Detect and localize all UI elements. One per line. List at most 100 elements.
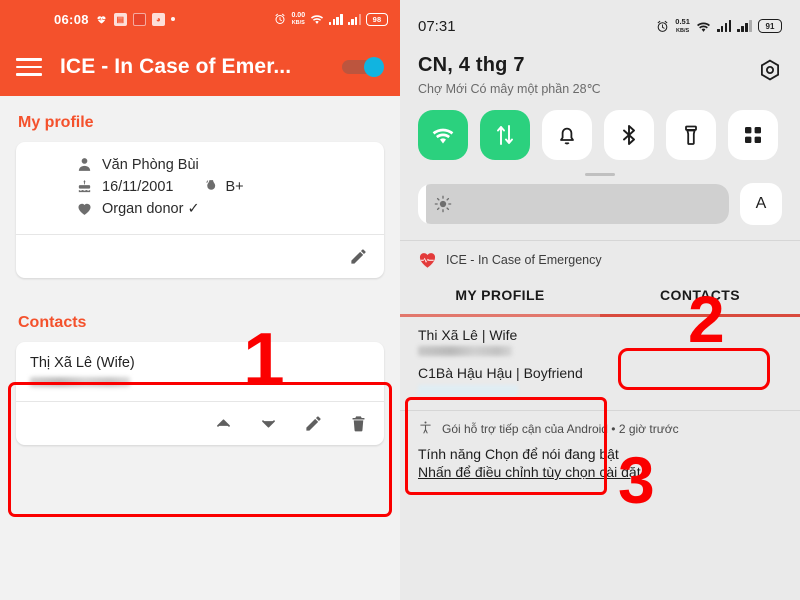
signal-icon-2 xyxy=(347,13,361,25)
ice-notification-header: ICE - In Case of Emergency xyxy=(400,241,800,268)
list-item[interactable]: Thi Xã Lê | Wife xyxy=(418,327,782,356)
profile-card-actions xyxy=(16,234,384,278)
delete-icon[interactable] xyxy=(349,414,368,433)
contact-name: C1Bà Hậu Hậu | Boyfriend xyxy=(418,365,583,381)
my-profile-heading: My profile xyxy=(18,114,94,131)
annotation-number-3: 3 xyxy=(618,443,655,517)
brightness-icon xyxy=(434,195,452,213)
toggle-knob xyxy=(364,57,384,77)
profile-name: Văn Phòng Bùi xyxy=(102,156,199,173)
mobile-data-tile[interactable] xyxy=(480,110,530,160)
heart-pulse-icon xyxy=(418,251,437,268)
profile-details: Văn Phòng Bùi 16/11/2001 B+ Organ donor … xyxy=(16,142,384,234)
android-notification-meta: Gói hỗ trợ tiếp cận của Android • 2 giờ … xyxy=(442,421,679,436)
right-status-bar: 07:31 0.51 KB/S 91 xyxy=(400,0,800,52)
edit-icon[interactable] xyxy=(349,247,368,266)
accessibility-icon xyxy=(418,420,433,437)
battery-icon: 98 xyxy=(366,12,388,26)
status-bar-right-group: 0.51 KB/S 91 xyxy=(656,18,782,34)
bluetooth-tile[interactable] xyxy=(604,110,654,160)
profile-blood-type: B+ xyxy=(225,178,244,195)
flashlight-tile[interactable] xyxy=(666,110,716,160)
edit-icon[interactable] xyxy=(304,414,323,433)
alarm-icon xyxy=(274,13,286,25)
profile-organ-donor-row: Organ donor ✓ xyxy=(76,200,370,217)
signal-icon-2 xyxy=(737,20,752,32)
heartbeat-icon xyxy=(95,13,108,25)
contact-name: Thị Xã Lê (Wife) xyxy=(30,355,135,371)
annotation-number-1: 1 xyxy=(243,317,285,401)
contact-phone-redacted xyxy=(30,377,130,387)
blood-type-group: B+ xyxy=(203,178,244,195)
blood-drop-icon xyxy=(203,178,220,195)
gear-icon[interactable] xyxy=(758,58,782,82)
video-icon xyxy=(132,12,146,26)
signal-icon xyxy=(716,20,732,32)
current-date: CN, 4 thg 7 xyxy=(418,54,525,76)
brightness-fill xyxy=(426,184,729,224)
ice-app-name: ICE - In Case of Emergency xyxy=(446,252,602,267)
profile-card[interactable]: Văn Phòng Bùi 16/11/2001 B+ Organ donor … xyxy=(16,142,384,278)
tab-underline xyxy=(400,314,800,317)
weather-summary: Chợ Mới Có mây một phần 28℃ xyxy=(418,82,601,96)
network-speed-unit: KB/S xyxy=(291,20,305,26)
page-title: ICE - In Case of Emer... xyxy=(60,55,292,78)
android-notification-header: Gói hỗ trợ tiếp cận của Android • 2 giờ … xyxy=(418,420,782,437)
signal-icon xyxy=(329,13,343,25)
screenshot-root: 06:08 ▤ ◕ 0.00 KB/S 98 ICE - In Case of … xyxy=(0,0,800,600)
wifi-icon xyxy=(696,20,711,33)
battery-icon: 91 xyxy=(758,19,782,33)
network-speed-value: 0.00 xyxy=(291,12,306,19)
auto-brightness-button[interactable]: A xyxy=(740,183,782,225)
alarm-icon xyxy=(656,20,669,33)
contact-name: Thi Xã Lê | Wife xyxy=(418,327,518,343)
wifi-icon xyxy=(310,13,324,25)
profile-name-row: Văn Phòng Bùi xyxy=(76,156,370,173)
contacts-heading: Contacts xyxy=(18,314,87,331)
contact-card[interactable]: Thị Xã Lê (Wife) xyxy=(16,342,384,445)
cake-icon xyxy=(76,178,93,195)
left-app-bar: ICE - In Case of Emer... xyxy=(0,38,400,96)
status-bar-left-group: 06:08 ▤ ◕ xyxy=(54,12,175,27)
date-weather-group: CN, 4 thg 7 Chợ Mới Có mây một phần 28℃ xyxy=(418,54,601,96)
move-up-icon[interactable] xyxy=(214,414,233,433)
dot-icon xyxy=(170,17,175,21)
ice-tabs: MY PROFILE CONTACTS xyxy=(400,278,800,314)
network-speed-value: 0.51 xyxy=(675,17,690,27)
quick-settings-tiles xyxy=(400,96,800,160)
network-speed-indicator: 0.51 KB/S xyxy=(675,18,690,34)
android-notification[interactable]: Gói hỗ trợ tiếp cận của Android • 2 giờ … xyxy=(400,411,800,480)
emergency-toggle[interactable] xyxy=(342,57,384,77)
profile-birthday: 16/11/2001 xyxy=(102,178,174,195)
android-notification-subtitle: Nhấn để điều chỉnh tùy chọn cài đặt xyxy=(418,464,641,480)
list-item[interactable]: C1Bà Hậu Hậu | Boyfriend xyxy=(418,365,782,396)
silent-tile[interactable] xyxy=(542,110,592,160)
profile-birthday-row: 16/11/2001 B+ xyxy=(76,178,370,195)
contact-card-actions xyxy=(16,401,384,445)
hamburger-icon[interactable] xyxy=(16,58,42,76)
heart-icon xyxy=(76,200,93,217)
left-status-bar: 06:08 ▤ ◕ 0.00 KB/S 98 xyxy=(0,0,400,38)
more-tiles-tile[interactable] xyxy=(728,110,778,160)
brightness-slider[interactable] xyxy=(418,184,729,224)
left-content: My profile Văn Phòng Bùi 16/11/2001 B+ O… xyxy=(0,96,400,445)
date-header: CN, 4 thg 7 Chợ Mới Có mây một phần 28℃ xyxy=(400,52,800,96)
network-speed-indicator: 0.00 KB/S xyxy=(291,12,305,26)
contact-details: Thị Xã Lê (Wife) xyxy=(16,342,384,401)
ice-contacts-list: Thi Xã Lê | Wife C1Bà Hậu Hậu | Boyfrien… xyxy=(400,317,800,396)
contact-phone-redacted xyxy=(418,385,518,396)
status-bar-right-group: 0.00 KB/S 98 xyxy=(274,12,388,26)
annotation-number-2: 2 xyxy=(688,282,725,356)
android-notification-title: Tính năng Chọn để nói đang bật xyxy=(418,446,619,462)
move-down-icon[interactable] xyxy=(259,414,278,433)
status-bar-clock: 06:08 xyxy=(54,11,89,27)
status-bar-clock: 07:31 xyxy=(418,17,456,35)
profile-organ-donor: Organ donor ✓ xyxy=(102,200,200,217)
image-icon: ▤ xyxy=(113,12,127,26)
person-icon xyxy=(76,156,93,173)
right-phone-screenshot: 07:31 0.51 KB/S 91 CN, 4 thg 7 Chợ Mới C… xyxy=(400,0,800,600)
wifi-tile[interactable] xyxy=(418,110,468,160)
panda-icon: ◕ xyxy=(151,12,165,26)
tab-my-profile[interactable]: MY PROFILE xyxy=(400,278,600,314)
tab-underline-inactive xyxy=(400,314,600,317)
